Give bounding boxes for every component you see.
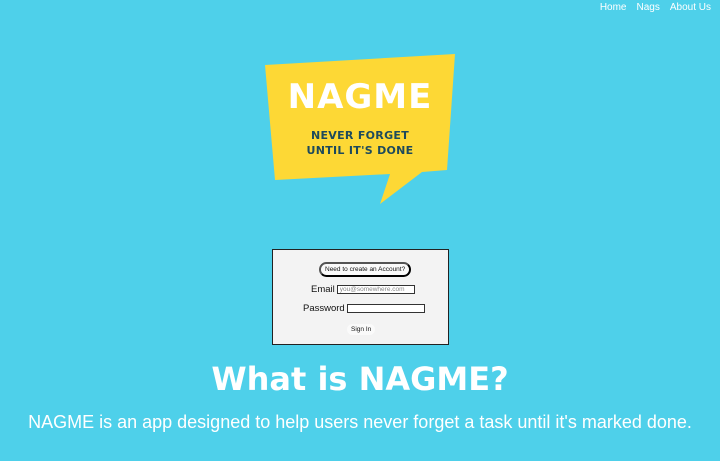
login-form: Need to create an Account? Email Passwor… (272, 249, 449, 345)
logo-title: NAGME (287, 77, 433, 117)
nav-link-about-us[interactable]: About Us (670, 2, 711, 13)
password-label: Password (303, 303, 345, 314)
nav-link-home[interactable]: Home (600, 2, 627, 13)
nagme-logo: NAGME NEVER FORGET UNTIL IT'S DONE (262, 52, 458, 207)
password-row: Password (303, 303, 425, 314)
email-label: Email (311, 284, 335, 295)
logo-tagline-line-1: NEVER FORGET (310, 129, 410, 142)
logo-tagline: NEVER FORGET UNTIL IT'S DONE (262, 128, 458, 158)
email-row: Email (311, 284, 415, 295)
password-field[interactable] (346, 304, 425, 313)
about-heading: What is NAGME? (211, 360, 509, 398)
create-account-button[interactable]: Need to create an Account? (319, 262, 412, 277)
page: Home Nags About Us NAGME NEVER FORGET UN… (0, 0, 720, 461)
sign-in-button[interactable]: Sign In (347, 324, 376, 335)
nav-link-nags[interactable]: Nags (637, 2, 660, 13)
top-nav: Home Nags About Us (600, 2, 711, 13)
email-field[interactable] (336, 285, 415, 294)
logo-tagline-line-2: UNTIL IT'S DONE (306, 144, 414, 157)
about-description: NAGME is an app designed to help users n… (28, 412, 692, 432)
